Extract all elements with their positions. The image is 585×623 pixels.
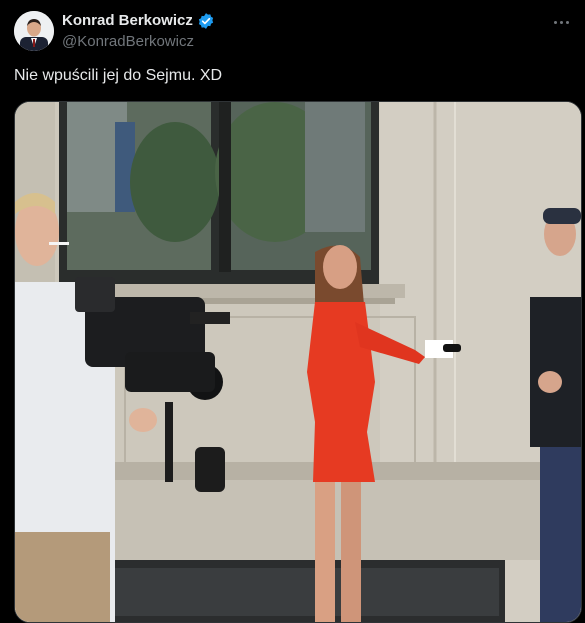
verified-badge-icon: [197, 12, 215, 30]
tweet: Konrad Berkowicz @KonradBerkowicz Nie wp…: [0, 0, 585, 623]
more-options-icon[interactable]: [547, 8, 575, 36]
author-avatar[interactable]: [14, 11, 54, 51]
tweet-header: Konrad Berkowicz @KonradBerkowicz: [62, 12, 215, 52]
author-display-name[interactable]: Konrad Berkowicz: [62, 12, 193, 30]
author-handle[interactable]: @KonradBerkowicz: [62, 32, 215, 52]
tweet-media-photo[interactable]: [14, 101, 582, 623]
photo-scene: [15, 102, 581, 622]
tweet-text: Nie wpuścili jej do Sejmu. XD: [14, 67, 223, 84]
name-row: Konrad Berkowicz: [62, 12, 215, 30]
